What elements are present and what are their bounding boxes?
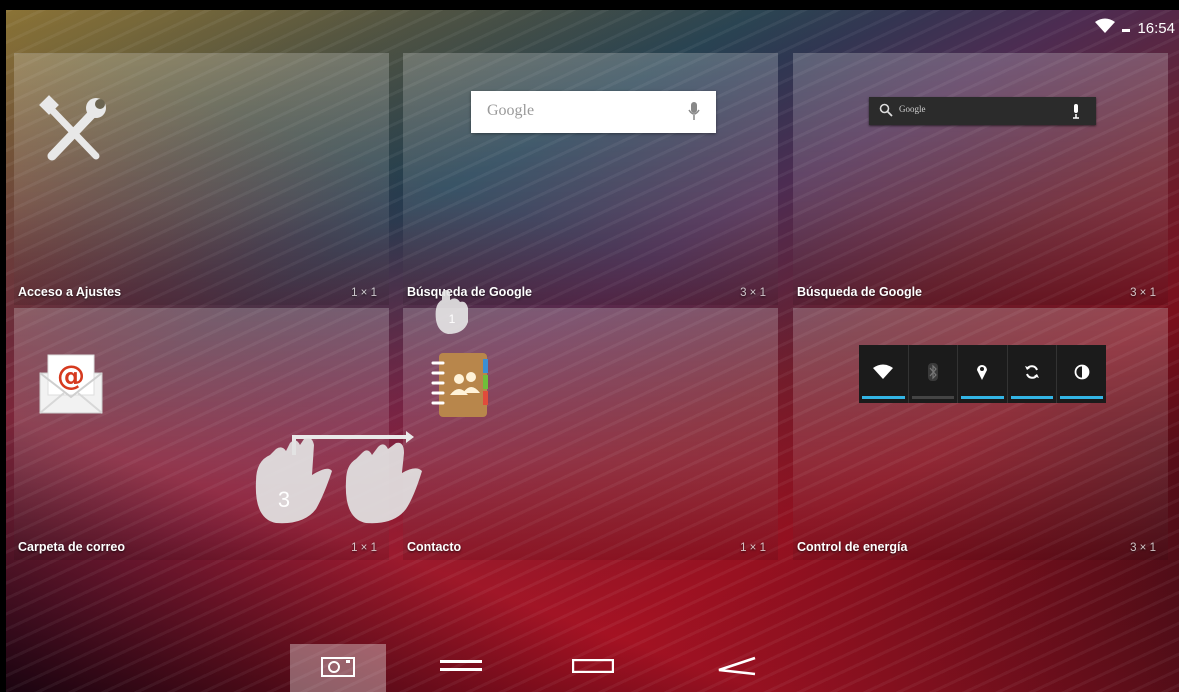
widget-tile-contact[interactable]: Contacto 1 × 1 <box>403 308 778 560</box>
toggle-wifi[interactable] <box>859 345 909 403</box>
widget-size: 1 × 1 <box>351 542 377 554</box>
menu-button[interactable] <box>426 644 496 692</box>
widget-label: Contacto <box>407 540 462 554</box>
back-icon <box>717 656 757 681</box>
widget-size: 1 × 1 <box>740 542 766 554</box>
search-placeholder: Google <box>899 104 926 114</box>
menu-icon <box>440 659 482 678</box>
microphone-icon <box>688 101 700 126</box>
navigation-bar <box>6 640 1179 692</box>
touch-indicator: 1 <box>428 290 472 341</box>
toggle-sync[interactable] <box>1008 345 1058 403</box>
widget-label: Control de energía <box>797 540 908 554</box>
widget-tile-power-control[interactable]: Control de energía 3 × 1 <box>793 308 1168 560</box>
screenshot-icon <box>320 654 356 683</box>
toggle-bluetooth[interactable] <box>909 345 959 403</box>
status-time: 16:54 <box>1137 19 1175 37</box>
recent-apps-button[interactable] <box>558 644 628 692</box>
widget-tile-google-search-light[interactable]: Google Búsqueda de Google 3 × 1 <box>403 53 778 305</box>
contacts-book-icon <box>427 349 497 426</box>
sync-icon <box>1024 364 1040 385</box>
widget-size: 3 × 1 <box>1130 287 1156 299</box>
brightness-icon <box>1074 364 1090 385</box>
three-finger-swipe-gesture: 3 <box>246 425 431 525</box>
wifi-icon <box>1095 18 1116 38</box>
toggle-indicator-on <box>1010 396 1054 399</box>
wifi-icon <box>873 364 894 385</box>
widget-tile-settings-shortcut[interactable]: Acceso a Ajustes 1 × 1 <box>14 53 389 305</box>
finger-count-label: 3 <box>278 487 290 512</box>
microphone-icon <box>1072 103 1080 124</box>
search-placeholder: Google <box>487 102 535 119</box>
widget-label: Acceso a Ajustes <box>18 285 122 299</box>
battery-icon <box>1121 18 1131 38</box>
settings-tools-icon <box>38 94 108 171</box>
svg-text:@: @ <box>57 359 85 392</box>
widget-size: 3 × 1 <box>1130 542 1156 554</box>
toggle-indicator-off <box>911 396 955 399</box>
status-bar: 16:54 <box>6 10 1179 44</box>
widget-size: 1 × 1 <box>351 287 377 299</box>
email-icon: @ <box>38 351 104 422</box>
bluetooth-icon <box>927 362 939 386</box>
location-pin-icon <box>976 363 988 386</box>
recent-apps-icon <box>571 658 615 678</box>
widget-label: Carpeta de correo <box>18 540 125 554</box>
toggle-indicator-on <box>961 396 1004 399</box>
widget-label: Búsqueda de Google <box>797 285 923 299</box>
screenshot-button[interactable] <box>290 644 386 692</box>
back-button[interactable] <box>702 644 772 692</box>
search-icon <box>879 103 893 122</box>
toggle-indicator-on <box>862 396 905 399</box>
toggle-indicator-on <box>1060 396 1103 399</box>
google-search-bar-light: Google <box>471 91 716 133</box>
power-control-widget <box>859 345 1106 403</box>
google-search-bar-dark: Google <box>869 97 1096 125</box>
touch-count-label: 1 <box>449 312 456 326</box>
toggle-location[interactable] <box>958 345 1008 403</box>
toggle-brightness[interactable] <box>1057 345 1106 403</box>
widget-tile-google-search-dark[interactable]: Google Búsqueda de Google 3 × 1 <box>793 53 1168 305</box>
widget-size: 3 × 1 <box>740 287 766 299</box>
